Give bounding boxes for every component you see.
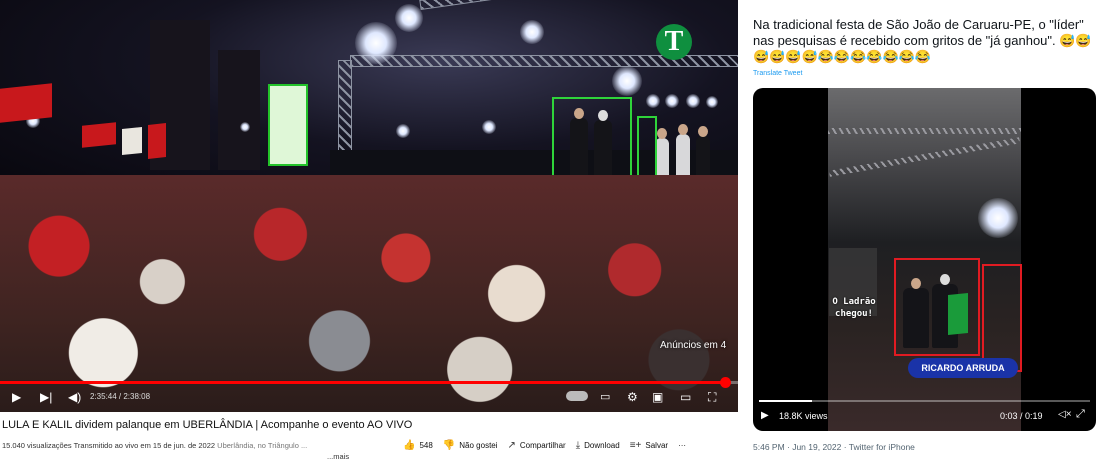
tweet-video-progress[interactable] <box>759 400 1090 402</box>
share-label: Compartilhar <box>519 441 566 450</box>
translate-tweet-link[interactable]: Translate Tweet <box>753 70 802 77</box>
tweet-video[interactable]: O Ladrão chegou! RICARDO ARRUDA ▶ 18.8K … <box>753 88 1096 431</box>
download-label: Download <box>584 441 620 450</box>
dislike-button[interactable]: 👎 Não gostei <box>443 440 498 451</box>
stage-light <box>612 66 642 96</box>
tweet-text: Na tradicional festa de São João de Caru… <box>753 17 1092 64</box>
subtitles-icon[interactable]: ▭ <box>600 389 610 405</box>
stage-light <box>646 94 660 108</box>
background-building <box>218 50 260 170</box>
stage-truss <box>828 128 1021 134</box>
video-title: LULA E KALIL dividem palanque em UBERLÂN… <box>2 419 413 431</box>
crowd <box>0 175 738 412</box>
thumbs-down-icon: 👎 <box>442 440 456 451</box>
youtube-panel: T Anúncios em 4 ▶ ▶| ◀) 2:35:44 / 2:38:0… <box>0 0 738 463</box>
progress-fill <box>0 381 726 384</box>
share-button[interactable]: ↗ Compartilhar <box>508 440 566 451</box>
video-view-count: 18.8K views <box>779 411 828 421</box>
stage-truss <box>828 137 1021 177</box>
like-count: 548 <box>419 441 433 450</box>
download-button[interactable]: ⤓ Download <box>576 440 620 451</box>
street-light <box>240 122 250 132</box>
stage-light <box>520 20 544 44</box>
red-flag <box>82 122 116 148</box>
thumbs-up-icon: 👍 <box>403 440 416 451</box>
settings-gear-icon[interactable]: ⚙ <box>627 389 638 405</box>
show-more-link[interactable]: ...mais <box>327 452 349 461</box>
stage-light <box>686 94 700 108</box>
tweet-timestamp: 5:46 PM · Jun 19, 2022 · Twitter for iPh… <box>753 442 915 452</box>
highlight-box-red <box>982 264 1022 372</box>
add-to-playlist-icon: ≡+ <box>629 440 642 451</box>
video-meta: 15.040 visualizações Transmitido ao vivo… <box>2 441 307 450</box>
stage-light <box>482 120 496 134</box>
ads-countdown: Anúncios em 4 <box>660 340 727 351</box>
fullscreen-icon[interactable]: ⤢ <box>1076 408 1085 421</box>
stream-date: Transmitido ao vivo em 15 de jun. de 202… <box>73 441 216 450</box>
video-actions: 👍 548 👎 Não gostei ↗ Compartilhar ⤓ Down… <box>403 440 686 451</box>
play-icon[interactable]: ▶ <box>761 410 769 421</box>
mute-icon[interactable]: ◁× <box>1058 409 1072 420</box>
lower-third-banner: RICARDO ARRUDA <box>908 358 1018 378</box>
highlight-box-green <box>552 97 632 186</box>
video-frame: O Ladrão chegou! RICARDO ARRUDA <box>828 88 1022 431</box>
next-icon[interactable]: ▶| <box>40 389 52 405</box>
download-icon: ⤓ <box>575 440 581 451</box>
stage-light <box>706 96 718 108</box>
white-flag <box>122 126 142 156</box>
miniplayer-icon[interactable]: ▣ <box>652 389 663 405</box>
share-icon: ↗ <box>507 440 516 451</box>
volume-icon[interactable]: ◀) <box>68 389 81 405</box>
fullscreen-icon[interactable]: ⛶ <box>708 389 716 405</box>
highlight-box-red <box>894 258 980 356</box>
stage-light <box>665 94 679 108</box>
dislike-label: Não gostei <box>459 441 498 450</box>
video-caption-overlay: O Ladrão chegou! <box>832 297 876 319</box>
tweet-panel: Na tradicional festa de São João de Caru… <box>745 0 1100 463</box>
channel-watermark: T <box>656 24 692 60</box>
red-flag <box>148 123 166 159</box>
autoplay-toggle[interactable] <box>566 391 588 401</box>
stage-light <box>978 198 1018 238</box>
time-display: 2:35:44 / 2:38:08 <box>90 392 151 401</box>
stage-light <box>396 124 410 138</box>
progress-bar[interactable] <box>0 377 738 388</box>
description-preview: Uberlândia, no Triângulo ... <box>217 441 308 450</box>
video-time: 0:03 / 0:19 <box>1000 411 1043 421</box>
save-button[interactable]: ≡+ Salvar <box>630 440 668 451</box>
play-icon[interactable]: ▶ <box>12 389 21 405</box>
red-flag <box>0 83 52 123</box>
save-label: Salvar <box>645 441 669 450</box>
view-count: 15.040 visualizações <box>2 441 72 450</box>
player-controls: ▶ ▶| ◀) 2:35:44 / 2:38:08 ▭ ⚙ ▣ ▭ ⛶ <box>0 386 738 410</box>
video-player[interactable]: T Anúncios em 4 ▶ ▶| ◀) 2:35:44 / 2:38:0… <box>0 0 738 412</box>
stage-light <box>395 4 423 32</box>
tweet-video-progress-fill <box>759 400 812 402</box>
led-screen <box>268 84 308 166</box>
theater-icon[interactable]: ▭ <box>680 389 691 405</box>
stage-light <box>355 22 397 64</box>
more-actions-button[interactable]: ··· <box>678 441 686 450</box>
like-button[interactable]: 👍 548 <box>403 440 433 451</box>
